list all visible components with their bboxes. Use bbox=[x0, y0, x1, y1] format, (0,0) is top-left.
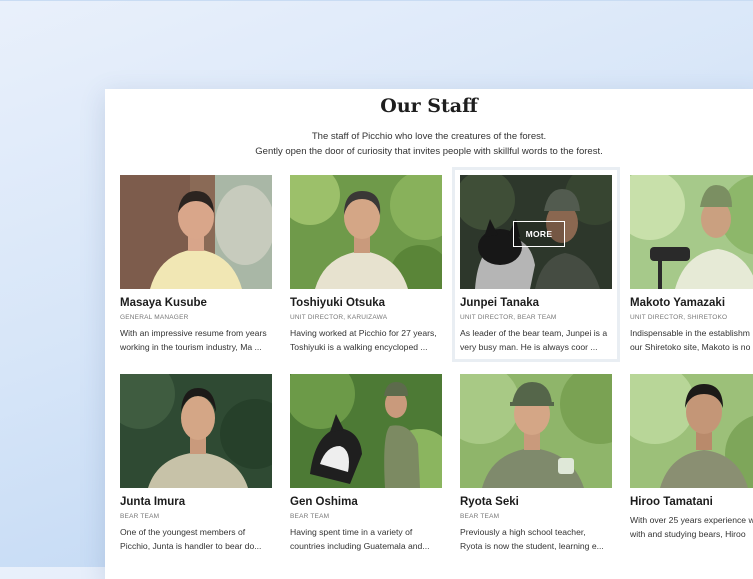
staff-card-masaya-kusube[interactable]: Masaya Kusube GENERAL MANAGER With an im… bbox=[120, 175, 272, 354]
staff-name[interactable]: Junpei Tanaka bbox=[460, 297, 612, 309]
staff-desc-line: With an impressive resume from years bbox=[120, 328, 267, 338]
staff-desc-line: very busy man. He is always coor ... bbox=[460, 342, 598, 352]
staff-desc-line: countries including Guatemala and... bbox=[290, 541, 430, 551]
staff-name[interactable]: Hiroo Tamatani bbox=[630, 496, 753, 508]
intro-line-2: Gently open the door of curiosity that i… bbox=[255, 146, 603, 157]
staff-role: UNIT DIRECTOR, BEAR TEAM bbox=[460, 314, 557, 321]
staff-name[interactable]: Toshiyuki Otsuka bbox=[290, 297, 442, 309]
staff-role: BEAR TEAM bbox=[460, 513, 500, 520]
staff-desc-line: Toshiyuki is a walking encycloped ... bbox=[290, 342, 428, 352]
staff-photo[interactable] bbox=[630, 374, 753, 488]
staff-card-ryota-seki[interactable]: Ryota Seki BEAR TEAM Previously a high s… bbox=[460, 374, 612, 553]
staff-desc: Having spent time in a variety of countr… bbox=[290, 525, 442, 553]
staff-desc: Previously a high school teacher, Ryota … bbox=[460, 525, 612, 553]
staff-desc-line: Indispensable in the establishm bbox=[630, 328, 750, 338]
staff-desc-line: Picchio, Junta is handler to bear do... bbox=[120, 541, 262, 551]
staff-desc: With over 25 years experience w with and… bbox=[630, 513, 753, 541]
staff-name[interactable]: Gen Oshima bbox=[290, 496, 442, 508]
staff-desc: As leader of the bear team, Junpei is a … bbox=[460, 326, 612, 354]
staff-desc: Indispensable in the establishm our Shir… bbox=[630, 326, 753, 354]
staff-desc: Having worked at Picchio for 27 years, T… bbox=[290, 326, 442, 354]
staff-role: UNIT DIRECTOR, SHIRETOKO bbox=[630, 314, 728, 321]
staff-name[interactable]: Ryota Seki bbox=[460, 496, 612, 508]
page-title: Our Staff bbox=[380, 95, 478, 117]
staff-desc-line: With over 25 years experience w bbox=[630, 515, 753, 525]
staff-card-junta-imura[interactable]: Junta Imura BEAR TEAM One of the younges… bbox=[120, 374, 272, 553]
staff-desc-line: working in the tourism industry, Ma ... bbox=[120, 342, 262, 352]
staff-name[interactable]: Junta Imura bbox=[120, 496, 272, 508]
staff-name[interactable]: Makoto Yamazaki bbox=[630, 297, 753, 309]
staff-name[interactable]: Masaya Kusube bbox=[120, 297, 272, 309]
staff-photo[interactable] bbox=[290, 175, 442, 289]
staff-desc: With an impressive resume from years wor… bbox=[120, 326, 272, 354]
staff-panel: Our Staff The staff of Picchio who love … bbox=[105, 89, 753, 579]
staff-card-toshiyuki-otsuka[interactable]: Toshiyuki Otsuka UNIT DIRECTOR, KARUIZAW… bbox=[290, 175, 442, 354]
staff-photo[interactable] bbox=[120, 175, 272, 289]
staff-photo[interactable]: MORE bbox=[460, 175, 612, 289]
staff-desc: One of the youngest members of Picchio, … bbox=[120, 525, 272, 553]
staff-desc-line: Ryota is now the student, learning e... bbox=[460, 541, 604, 551]
staff-photo[interactable] bbox=[460, 374, 612, 488]
staff-desc-line: our Shiretoko site, Makoto is no bbox=[630, 342, 751, 352]
staff-role: GENERAL MANAGER bbox=[120, 314, 189, 321]
staff-role: UNIT DIRECTOR, KARUIZAWA bbox=[290, 314, 388, 321]
more-button[interactable]: MORE bbox=[513, 221, 565, 247]
staff-photo[interactable] bbox=[290, 374, 442, 488]
staff-desc-line: Having spent time in a variety of bbox=[290, 527, 413, 537]
staff-desc-line: As leader of the bear team, Junpei is a bbox=[460, 328, 608, 338]
staff-desc-line: Previously a high school teacher, bbox=[460, 527, 586, 537]
staff-desc-line: One of the youngest members of bbox=[120, 527, 246, 537]
staff-photo[interactable] bbox=[630, 175, 753, 289]
staff-card-gen-oshima[interactable]: Gen Oshima BEAR TEAM Having spent time i… bbox=[290, 374, 442, 553]
staff-card-junpei-tanaka[interactable]: MORE Junpei Tanaka UNIT DIRECTOR, BEAR T… bbox=[452, 167, 620, 362]
intro-text: The staff of Picchio who love the creatu… bbox=[105, 129, 753, 159]
intro-line-1: The staff of Picchio who love the creatu… bbox=[311, 131, 547, 142]
staff-desc-line: Having worked at Picchio for 27 years, bbox=[290, 328, 437, 338]
staff-card-hiroo-tamatani[interactable]: Hiroo Tamatani With over 25 years experi… bbox=[630, 374, 753, 541]
staff-role: BEAR TEAM bbox=[120, 513, 160, 520]
staff-desc-line: with and studying bears, Hiroo bbox=[630, 529, 746, 539]
staff-card-makoto-yamazaki[interactable]: Makoto Yamazaki UNIT DIRECTOR, SHIRETOKO… bbox=[630, 175, 753, 354]
staff-role: BEAR TEAM bbox=[290, 513, 330, 520]
staff-photo[interactable] bbox=[120, 374, 272, 488]
